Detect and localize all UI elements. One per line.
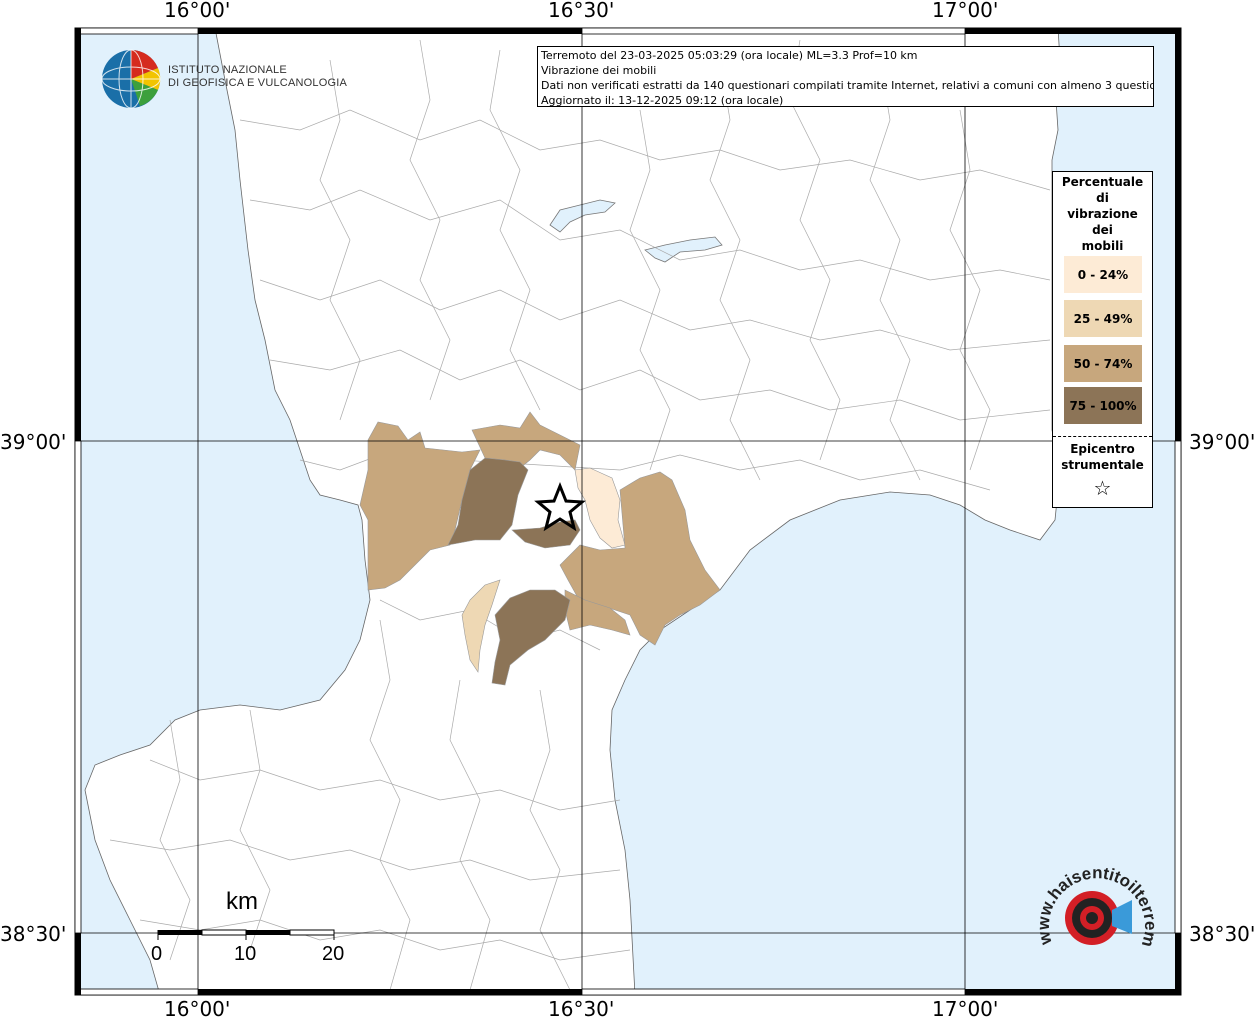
legend-epicenter-line: Epicentro: [1070, 442, 1135, 456]
legend: Percentuale di vibrazione dei mobili 0 -…: [1052, 171, 1153, 508]
lon-label-bottom: 17°00': [932, 997, 999, 1021]
legend-title-line: dei: [1092, 223, 1113, 237]
scale-tick: 0: [151, 943, 163, 965]
map-parameter: Vibrazione dei mobili: [541, 64, 657, 77]
legend-class-25-49: 25 - 49%: [1064, 300, 1142, 337]
lat-label-right: 39°00': [1189, 430, 1255, 454]
lat-label-left: 38°30': [0, 922, 67, 946]
update-timestamp: Aggiornato il: 13-12-2025 09:12 (ora loc…: [541, 94, 784, 107]
legend-epicenter-label: Epicentro strumentale: [1053, 441, 1152, 473]
haisentito-logo: www.haisentitoilterremoto.it: [1032, 858, 1160, 949]
lon-label-top: 16°00': [164, 0, 231, 22]
legend-epicenter-line: strumentale: [1061, 458, 1144, 472]
institute-line2: DI GEOFISICA E VULCANOLOGIA: [168, 77, 347, 89]
lon-label-bottom: 16°00': [164, 997, 231, 1021]
legend-title-line: di: [1096, 191, 1109, 205]
lon-label-top: 16°30': [548, 0, 615, 22]
lat-label-left: 39°00': [0, 430, 67, 454]
lon-label-top: 17°00': [932, 0, 999, 22]
data-source-note: Dati non verificati estratti da 140 ques…: [541, 79, 1154, 92]
legend-title-line: vibrazione: [1067, 207, 1138, 221]
legend-title-line: Percentuale: [1061, 175, 1144, 189]
ingv-globe-logo: [101, 49, 161, 109]
scale-tick: 10: [234, 943, 257, 965]
lat-label-right: 38°30': [1189, 922, 1255, 946]
legend-title: Percentuale di vibrazione dei mobili: [1053, 174, 1152, 254]
legend-divider: [1053, 436, 1152, 437]
scale-unit: km: [226, 888, 258, 915]
lon-label-bottom: 16°30': [548, 997, 615, 1021]
legend-star-icon: ☆: [1093, 476, 1112, 500]
legend-title-line: mobili: [1081, 239, 1124, 253]
scale-tick: 20: [322, 943, 345, 965]
legend-class-0-24: 0 - 24%: [1064, 256, 1142, 293]
event-info-box: Terremoto del 23-03-2025 05:03:29 (ora l…: [537, 46, 1154, 107]
legend-class-75-100: 75 - 100%: [1064, 387, 1142, 424]
institute-line1: ISTITUTO NAZIONALE: [168, 64, 287, 76]
event-title: Terremoto del 23-03-2025 05:03:29 (ora l…: [541, 49, 918, 62]
institute-name: ISTITUTO NAZIONALE DI GEOFISICA E VULCAN…: [168, 64, 347, 90]
legend-class-50-74: 50 - 74%: [1064, 345, 1142, 382]
